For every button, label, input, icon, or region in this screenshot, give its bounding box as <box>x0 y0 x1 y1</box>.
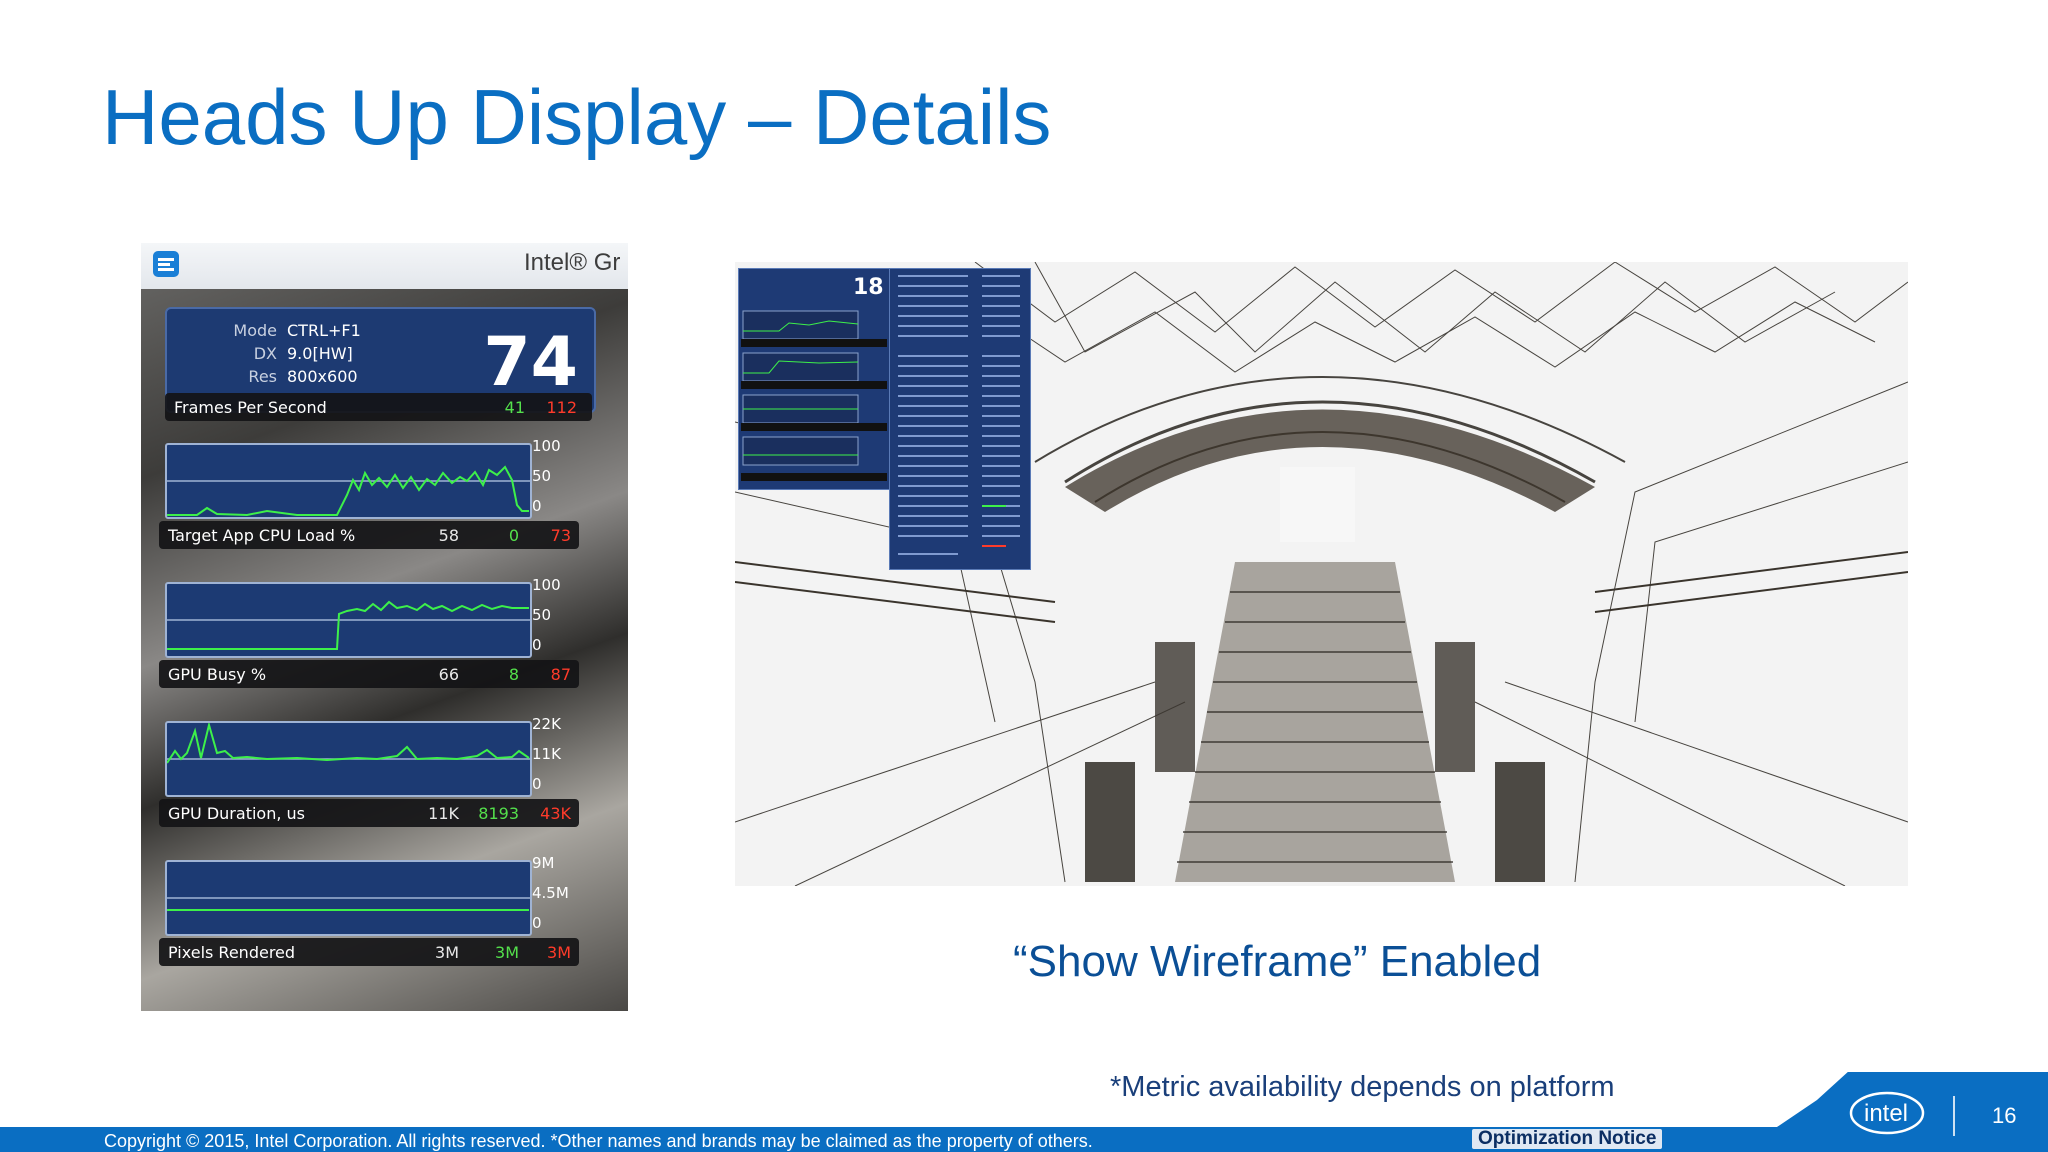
metric-current: 58 <box>438 526 459 545</box>
metric-min: 8 <box>508 665 519 684</box>
metric-graph-svg <box>167 600 530 650</box>
optimization-notice-link[interactable]: Optimization Notice <box>1472 1129 1663 1149</box>
info-key: Res <box>248 367 277 386</box>
metric-current: 3M <box>435 943 459 962</box>
info-dx: DX 9.0[HW] <box>167 344 353 363</box>
metric-gpu-duration: 22K 11K 0 GPU Duration, us 11K 8193 43K <box>159 715 586 827</box>
metric-bar: Pixels Rendered 3M 3M 3M <box>159 938 579 966</box>
metric-current: 11K <box>428 804 459 823</box>
metric-max: 87 <box>550 665 571 684</box>
tick-label: 50 <box>532 467 552 485</box>
hud-app-icon[interactable] <box>153 251 179 277</box>
info-mode: Mode CTRL+F1 <box>167 321 360 340</box>
metric-graph-svg <box>167 465 530 517</box>
shortcut-menu-panel <box>889 268 1031 570</box>
frames-per-second-bar: Frames Per Second 41 112 <box>165 393 592 421</box>
metric-bar: GPU Busy % 66 8 87 <box>159 660 579 688</box>
tick-label: 0 <box>532 636 542 654</box>
metric-label: GPU Duration, us <box>168 804 305 823</box>
metric-graph <box>165 721 532 797</box>
mini-hud-panel: 18 <box>738 268 890 490</box>
info-value: CTRL+F1 <box>287 321 361 340</box>
tick-label: 4.5M <box>532 884 569 902</box>
tick-label: 11K <box>532 745 561 763</box>
info-value: 9.0[HW] <box>287 344 353 363</box>
hud-titlebar: Intel® Gr <box>141 243 628 289</box>
metric-graph-svg <box>167 723 530 764</box>
metric-label: Frames Per Second <box>174 398 327 417</box>
intel-logo-icon: intel <box>1849 1091 1925 1135</box>
metric-label: Pixels Rendered <box>168 943 296 962</box>
metric-current: 66 <box>438 665 459 684</box>
tick-label: 100 <box>532 576 561 594</box>
slide-title: Heads Up Display – Details <box>102 73 1052 161</box>
metric-cpu-load: 100 50 0 Target App CPU Load % 58 0 73 <box>159 437 586 549</box>
metric-min: 41 <box>504 398 525 417</box>
metric-max: 112 <box>546 398 577 417</box>
shortcut-menu-lines <box>898 275 1020 555</box>
metric-graph <box>165 443 532 519</box>
metric-max: 43K <box>540 804 571 823</box>
svg-text:intel: intel <box>1864 1100 1908 1127</box>
wireframe-caption: “Show Wireframe” Enabled <box>1013 937 1542 986</box>
tick-label: 0 <box>532 914 542 932</box>
tick-label: 0 <box>532 775 542 793</box>
tick-label: 50 <box>532 606 552 624</box>
metric-min: 8193 <box>478 804 519 823</box>
metric-graph <box>165 582 532 658</box>
tick-label: 22K <box>532 715 561 733</box>
fps-value: 74 <box>483 323 578 402</box>
metric-label: GPU Busy % <box>168 665 267 684</box>
info-value: 800x600 <box>287 367 358 386</box>
metric-max: 73 <box>550 526 571 545</box>
metric-graph-svg <box>167 897 530 911</box>
info-key: Mode <box>233 321 277 340</box>
info-res: Res 800x600 <box>167 367 357 386</box>
metric-max: 3M <box>547 943 571 962</box>
metric-label: Target App CPU Load % <box>168 526 356 545</box>
metric-graph <box>165 860 532 936</box>
logo-separator <box>1953 1096 1955 1136</box>
wireframe-screenshot: 18 <box>735 262 1908 886</box>
copyright-text: Copyright © 2015, Intel Corporation. All… <box>104 1131 1093 1151</box>
tick-label: 100 <box>532 437 561 455</box>
metric-pixels-rendered: 9M 4.5M 0 Pixels Rendered 3M 3M 3M <box>159 854 586 966</box>
metric-min: 3M <box>495 943 519 962</box>
metric-bar: GPU Duration, us 11K 8193 43K <box>159 799 579 827</box>
tick-label: 9M <box>532 854 555 872</box>
hud-brand: Intel® Gr <box>524 249 621 276</box>
hud-panel: Intel® Gr Mode CTRL+F1 DX 9.0[HW] Res 80… <box>141 243 628 1011</box>
info-key: DX <box>253 344 277 363</box>
mini-hud-graphs <box>741 310 887 481</box>
page-number: 16 <box>1992 1103 2017 1128</box>
metric-min: 0 <box>508 526 519 545</box>
metric-gpu-busy: 100 50 0 GPU Busy % 66 8 87 <box>159 576 586 688</box>
metric-bar: Target App CPU Load % 58 0 73 <box>159 521 579 549</box>
platform-note: *Metric availability depends on platform <box>1110 1071 1615 1103</box>
tick-label: 0 <box>532 497 542 515</box>
